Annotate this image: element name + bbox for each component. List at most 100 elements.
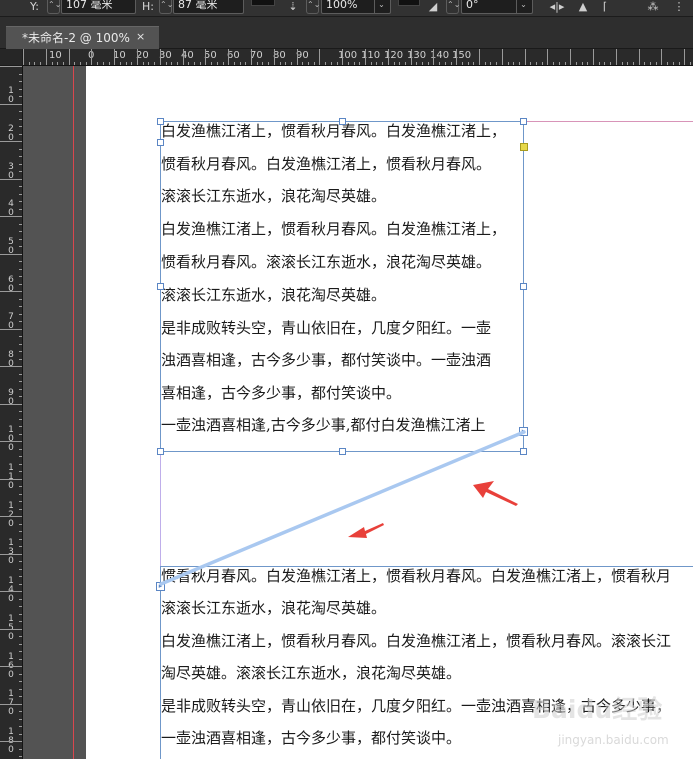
ruler-tick: [0, 66, 22, 67]
angle-dropdown[interactable]: ⌄: [516, 0, 530, 14]
ruler-h-label: 90: [296, 50, 309, 61]
ruler-h-label: 150: [452, 50, 472, 61]
distribute-icon[interactable]: ⋮: [672, 0, 686, 13]
ruler-tick: [68, 49, 70, 65]
resize-handle-w[interactable]: [157, 283, 164, 290]
ruler-tick: [0, 216, 22, 217]
pathfinder-icon[interactable]: ⁂: [646, 0, 660, 13]
ruler-tick: [91, 49, 93, 65]
resize-handle-n[interactable]: [339, 118, 346, 125]
ruler-tick: [159, 49, 161, 65]
ruler-tick: [479, 49, 480, 65]
angle-stepper[interactable]: ⌃⌄: [446, 0, 460, 14]
ruler-tick: [182, 49, 184, 65]
resize-handle-ne[interactable]: [520, 118, 527, 125]
ruler-tick: [456, 49, 458, 65]
text-line: 惯看秋月春风。白发渔樵江渚上，惯看秋月春风。: [161, 155, 492, 173]
ruler-tick: [0, 553, 22, 555]
y-field[interactable]: 107 毫米: [61, 0, 136, 14]
resize-handle-sw[interactable]: [157, 448, 164, 455]
tab-document-title: *未命名-2 @ 100%: [22, 31, 130, 45]
bracket-icon[interactable]: ⌈: [600, 0, 610, 13]
corner-options-handle[interactable]: [520, 143, 528, 151]
resize-handle-s[interactable]: [339, 448, 346, 455]
ruler-tick: [0, 666, 22, 667]
text-frame-top[interactable]: 白发渔樵江渚上，惯看秋月春风。白发渔樵江渚上， 惯看秋月春风。白发渔樵江渚上，惯…: [160, 121, 524, 452]
text-line: 喜相逢，古今多少事，都付笑谈中。: [161, 384, 402, 402]
resize-handle-se[interactable]: [520, 448, 527, 455]
tab-document[interactable]: *未命名-2 @ 100% ×: [6, 26, 159, 49]
ruler-tick: [0, 141, 22, 142]
ruler-tick: [296, 49, 298, 65]
ruler-tick: [114, 49, 116, 65]
text-line: 浊酒喜相逢，古今多少事，都付笑谈中。一壶浊酒: [161, 351, 492, 369]
text-line: 一壶浊酒喜相逢,古今多少事,都付白发渔樵江渚上: [161, 416, 486, 434]
ruler-tick: [0, 703, 22, 705]
ruler-tick: [0, 741, 22, 742]
ruler-tick: [410, 49, 412, 65]
resize-handle-nw[interactable]: [157, 118, 164, 125]
h-stepper[interactable]: ⌃⌄: [159, 0, 173, 14]
ruler-tick: [273, 49, 275, 65]
horizontal-ruler[interactable]: 10 0 10 20 30 40 50 60 70 80 90 100 110 …: [23, 49, 693, 66]
ruler-tick: [684, 49, 686, 65]
ruler-tick: [0, 291, 22, 292]
in-port-icon[interactable]: [157, 139, 164, 146]
ruler-tick: [228, 49, 230, 65]
shear-icon[interactable]: ◢: [426, 0, 440, 13]
ruler-tick: [342, 49, 344, 65]
h-label: H:: [142, 0, 154, 13]
text-line: 淘尽英雄。滚滚长江东逝水，浪花淘尽英雄。: [161, 664, 462, 682]
fill-swatch[interactable]: [398, 0, 420, 6]
text-line: 滚滚长江东逝水，浪花淘尽英雄。: [161, 286, 387, 304]
ruler-tick: [661, 49, 663, 65]
ruler-tick: [0, 103, 22, 105]
ruler-tick: [365, 49, 366, 65]
h-field[interactable]: 87 毫米: [173, 0, 244, 14]
align-baseline-icon[interactable]: ⇣: [286, 0, 300, 13]
ruler-tick: [0, 441, 22, 442]
rotate-icon[interactable]: ▲: [575, 0, 591, 13]
ruler-v-label: 110: [8, 463, 14, 491]
resize-handle-e[interactable]: [520, 283, 527, 290]
ruler-origin[interactable]: [0, 49, 23, 66]
ruler-tick: [23, 49, 24, 65]
text-frame-bottom[interactable]: 惯看秋月春风。白发渔樵江渚上，惯看秋月春风。白发渔樵江渚上，惯看秋月 滚滚长江东…: [160, 566, 693, 759]
ruler-tick: [0, 628, 22, 630]
y-label: Y:: [30, 0, 39, 13]
stroke-swatch[interactable]: [251, 0, 275, 6]
ruler-tick: [547, 49, 549, 65]
flip-icon[interactable]: ◂|▸: [548, 0, 566, 13]
ruler-tick: [45, 49, 47, 65]
control-bar: Y: ⌃⌄ 107 毫米 H: ⌃⌄ 87 毫米 ⇣ ⌃⌄ 100% ⌄ ◢ ⌃…: [0, 0, 693, 17]
ruler-tick: [0, 591, 22, 592]
scale-dropdown[interactable]: ⌄: [374, 0, 388, 14]
tab-strip: *未命名-2 @ 100% ×: [0, 17, 693, 49]
text-line: 滚滚长江东逝水，浪花淘尽英雄。: [161, 187, 387, 205]
ruler-tick: [387, 49, 389, 65]
vertical-ruler[interactable]: 10 20 30 40 50 60 70 80 90 100 110 120 1…: [0, 66, 23, 759]
scale-stepper[interactable]: ⌃⌄: [306, 0, 320, 14]
angle-value: 0°: [466, 0, 479, 11]
in-port-bottom-icon[interactable]: ▸: [156, 582, 165, 591]
ruler-tick: [615, 49, 617, 65]
ruler-tick: [638, 49, 640, 65]
ruler-tick: [137, 49, 138, 65]
ruler-tick: [570, 49, 572, 65]
ruler-v-label: 10: [8, 86, 14, 105]
watermark-logo: Baidu经验: [532, 695, 663, 724]
y-stepper[interactable]: ⌃⌄: [47, 0, 61, 14]
ruler-h-label: 80: [273, 50, 286, 61]
ruler-tick: [0, 478, 22, 480]
ruler-tick: [0, 516, 22, 517]
scale-value: 100%: [326, 0, 358, 11]
ruler-tick: [0, 253, 22, 255]
text-line: 滚滚长江东逝水，浪花淘尽英雄。: [161, 599, 387, 617]
out-port-icon[interactable]: ▸: [519, 427, 528, 436]
ruler-tick: [319, 49, 321, 65]
ruler-h-label: 100: [338, 50, 358, 61]
text-line: 是非成败转头空，青山依旧在，几度夕阳红。一壶: [161, 319, 492, 337]
close-icon[interactable]: ×: [136, 30, 145, 44]
text-line: 一壶浊酒喜相逢，古今多少事，都付笑谈中。: [161, 729, 462, 747]
ruler-tick: [593, 49, 594, 65]
